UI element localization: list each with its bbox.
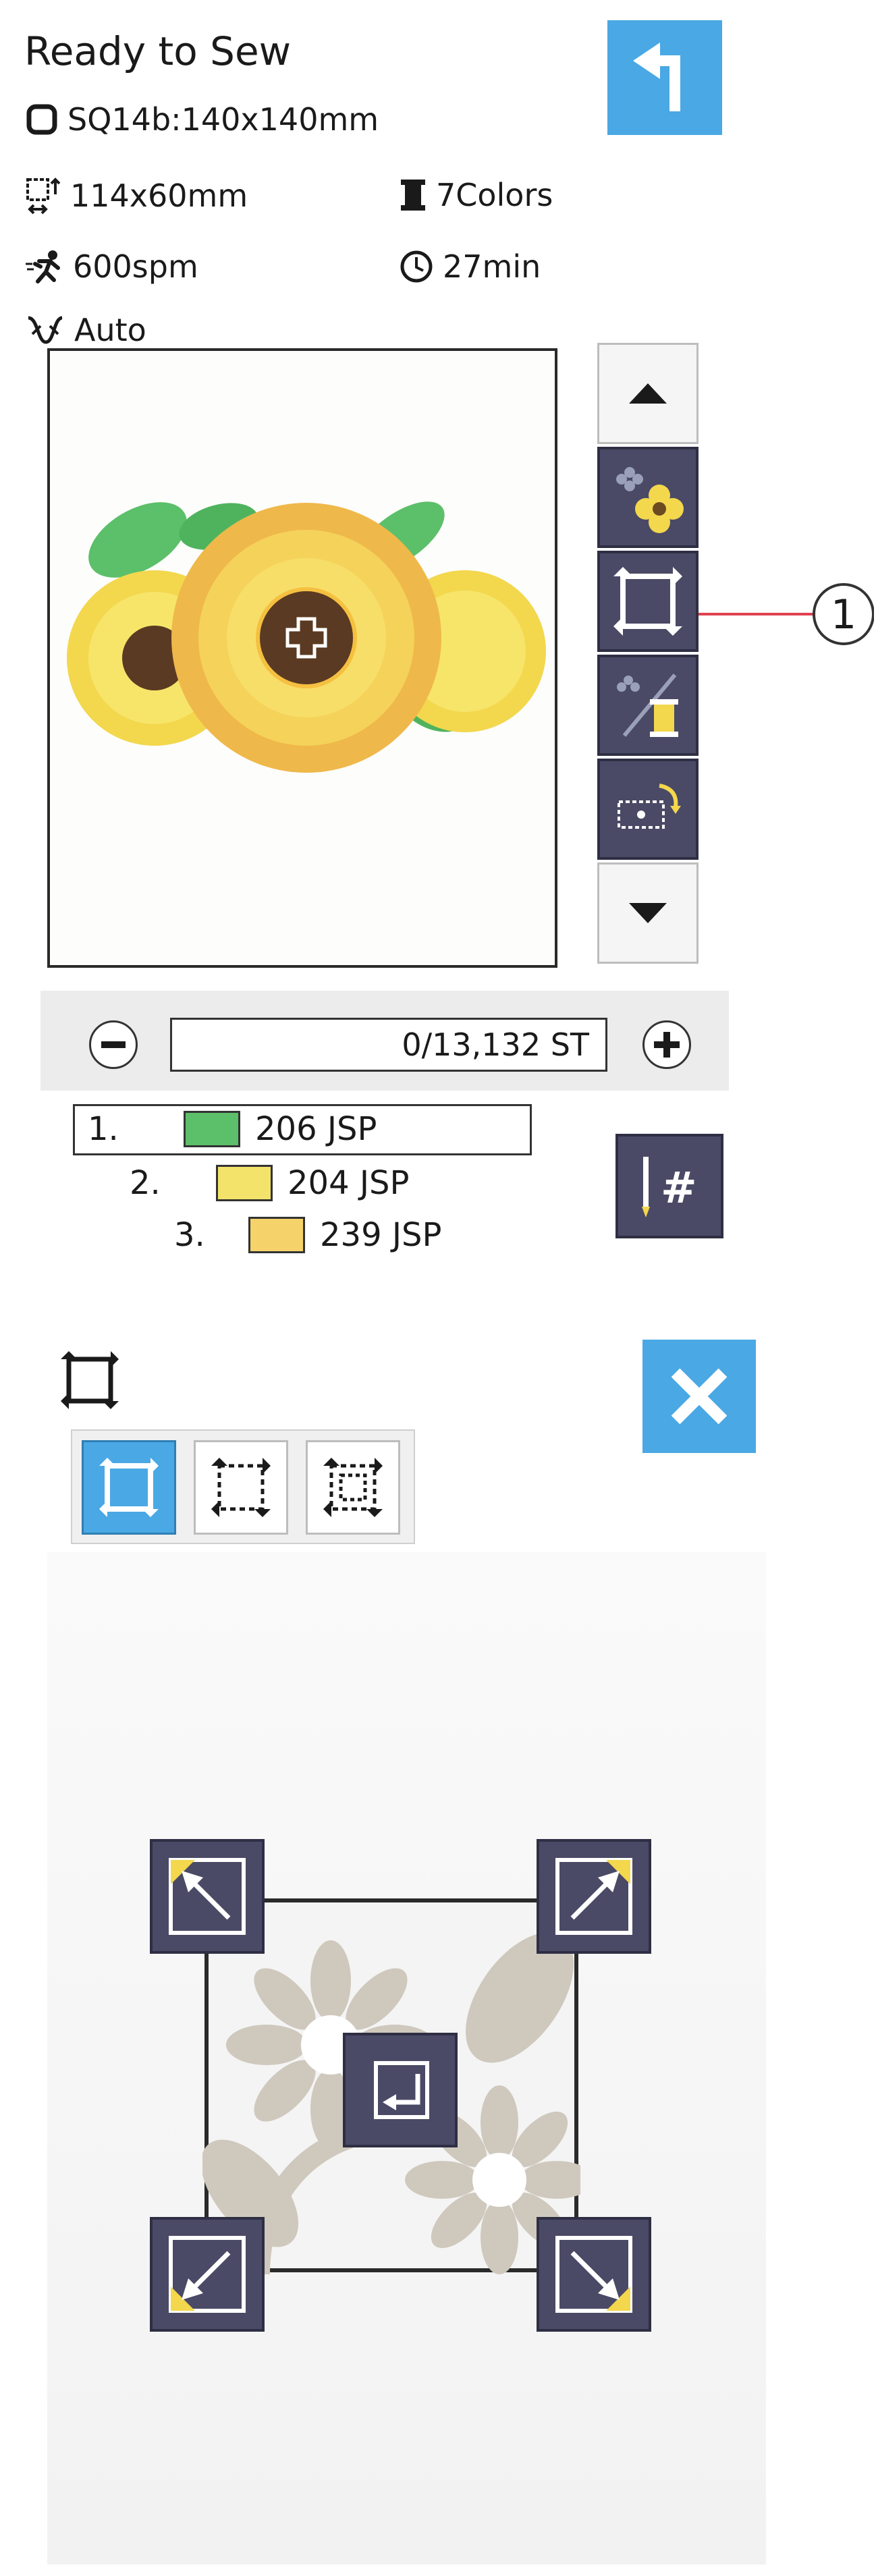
plus-icon [654,1032,680,1058]
sunflower-design [67,501,546,773]
svg-text:#: # [661,1163,697,1213]
arrow-down-right-icon [555,2236,632,2313]
thread-cut-icon [28,316,63,344]
trace-bottom-right-button[interactable] [537,2217,651,2332]
thread-color-icon [617,674,678,737]
stitch-back-button[interactable] [89,1020,138,1069]
close-icon [671,1368,728,1425]
trace-icon [613,567,682,636]
tab-trace-dashed[interactable] [194,1440,288,1535]
color-code: 239 JSP [320,1216,442,1254]
trace-double-icon [323,1458,383,1517]
color-index: 3. [174,1216,205,1254]
arrow-up-right-icon [555,1858,632,1935]
design-preview[interactable] [47,348,557,968]
scroll-up-button[interactable] [597,343,699,444]
trace-mode-tabs [71,1429,415,1544]
color-list-item[interactable]: 1. 206 JSP [88,1110,377,1148]
screen-title: Ready to Sew [24,28,292,74]
arrow-return-icon [374,2061,429,2119]
color-index: 1. [88,1110,119,1148]
hoop-info: SQ14b:140x140mm [26,101,379,138]
trace-button[interactable] [597,551,699,652]
colors-label: 7Colors [436,177,553,213]
running-figure-icon [26,250,60,283]
color-code: 204 JSP [288,1164,410,1202]
jump-to-stitch-button[interactable]: # [615,1134,723,1238]
clock-icon [400,250,433,283]
color-list-item[interactable]: 2. 204 JSP [130,1164,409,1202]
trace-bottom-left-button[interactable] [150,2217,265,2332]
trace-center-button[interactable] [343,2033,458,2147]
trace-outline-icon [99,1458,159,1517]
hoop-icon [26,104,57,135]
arrow-up-left-icon [169,1858,246,1935]
speed-label: 600spm [73,248,198,285]
color-code: 206 JSP [255,1110,377,1148]
arrow-down-left-icon [169,2236,246,2313]
size-icon [26,177,61,215]
size-label: 114x60mm [70,177,248,214]
spool-icon [401,180,425,211]
color-swatch [216,1165,273,1201]
hoop-move-icon [618,784,681,829]
stitch-forward-button[interactable] [642,1020,691,1069]
color-index: 2. [130,1164,161,1202]
thread-cut-label: Auto [74,312,146,348]
stitch-count-display: 0/13,132 ST [170,1018,607,1072]
hoop-label: SQ14b:140x140mm [67,101,379,138]
triangle-down-icon [629,903,667,923]
color-change-button[interactable] [597,447,699,548]
speed-info: 600spm [26,248,198,285]
thread-cut-info: Auto [26,312,146,348]
flower-color-icon [616,467,684,533]
callout-number: 1 [830,591,857,638]
color-swatch [248,1217,305,1253]
trace-header-icon [61,1351,119,1409]
return-arrow-icon [633,43,680,111]
trace-dashed-icon [211,1458,271,1517]
hoop-move-button[interactable] [597,759,699,860]
scroll-down-button[interactable] [597,862,699,964]
size-info: 114x60mm [26,177,248,215]
time-label: 27min [443,248,541,285]
thread-color-button[interactable] [597,655,699,756]
tab-trace-double[interactable] [306,1440,400,1535]
tab-trace-outline[interactable] [82,1440,176,1535]
close-button[interactable] [642,1340,756,1453]
colors-info: 7Colors [400,177,553,213]
trace-top-left-button[interactable] [150,1839,265,1954]
color-list-item[interactable]: 3. 239 JSP [174,1216,441,1254]
time-info: 27min [400,248,541,285]
back-button[interactable] [607,20,722,135]
minus-icon [101,1041,126,1048]
needle-hash-icon: # [642,1156,697,1217]
triangle-up-icon [629,383,667,404]
trace-top-right-button[interactable] [537,1839,651,1954]
color-swatch [184,1111,240,1147]
